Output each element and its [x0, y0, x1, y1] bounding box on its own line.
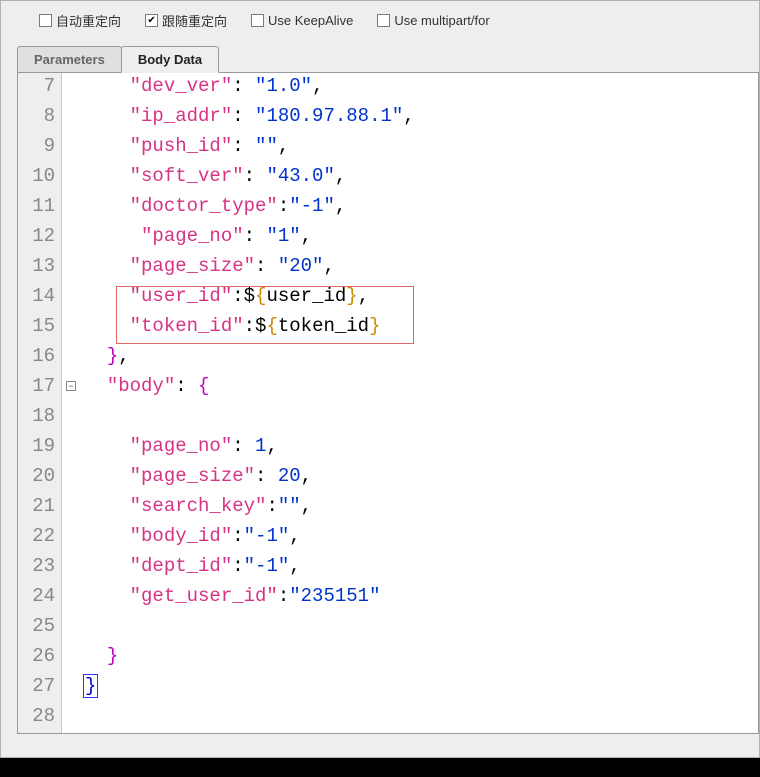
options-row: 自动重定向 ✔ 跟随重定向 Use KeepAlive Use multipar…: [9, 7, 759, 44]
option-label: Use KeepAlive: [268, 13, 353, 28]
code-line[interactable]: "page_no": "1",: [80, 225, 758, 255]
line-number: 7: [18, 75, 61, 105]
auto-redirect-option[interactable]: 自动重定向: [39, 11, 121, 30]
code-line[interactable]: [80, 405, 758, 435]
fold-minus-icon[interactable]: −: [66, 381, 76, 391]
checkbox-icon: [251, 14, 264, 27]
line-number: 19: [18, 435, 61, 465]
line-number: 20: [18, 465, 61, 495]
option-label: 自动重定向: [56, 11, 121, 30]
line-number: 28: [18, 705, 61, 734]
code-line[interactable]: "page_size": 20,: [80, 465, 758, 495]
fold-cell: [62, 675, 80, 705]
code-line[interactable]: }: [80, 675, 758, 705]
checkbox-icon: [377, 14, 390, 27]
multipart-option[interactable]: Use multipart/for: [377, 13, 489, 28]
fold-cell: [62, 525, 80, 555]
code-line[interactable]: "dept_id":"-1",: [80, 555, 758, 585]
line-number: 17: [18, 375, 61, 405]
option-label: 跟随重定向: [162, 11, 227, 30]
fold-cell: [62, 195, 80, 225]
code-line[interactable]: [80, 615, 758, 645]
keepalive-option[interactable]: Use KeepAlive: [251, 13, 353, 28]
code-line[interactable]: }: [80, 645, 758, 675]
fold-cell: [62, 315, 80, 345]
line-number: 13: [18, 255, 61, 285]
option-label: Use multipart/for: [394, 13, 489, 28]
fold-cell: [62, 465, 80, 495]
fold-cell: [62, 105, 80, 135]
fold-cell: [62, 165, 80, 195]
fold-cell: [62, 555, 80, 585]
line-number: 14: [18, 285, 61, 315]
fold-cell: [62, 75, 80, 105]
line-number: 24: [18, 585, 61, 615]
line-number: 23: [18, 555, 61, 585]
line-number: 12: [18, 225, 61, 255]
checkbox-icon: ✔: [145, 14, 158, 27]
fold-cell: [62, 345, 80, 375]
fold-cell: [62, 225, 80, 255]
code-line[interactable]: "soft_ver": "43.0",: [80, 165, 758, 195]
code-line[interactable]: "page_no": 1,: [80, 435, 758, 465]
tab-body-data[interactable]: Body Data: [121, 46, 219, 73]
fold-cell: [62, 285, 80, 315]
code-line[interactable]: "page_size": "20",: [80, 255, 758, 285]
code-line[interactable]: "user_id":${user_id},: [80, 285, 758, 315]
code-line[interactable]: "body_id":"-1",: [80, 525, 758, 555]
code-line[interactable]: [80, 705, 758, 734]
http-request-panel: 自动重定向 ✔ 跟随重定向 Use KeepAlive Use multipar…: [0, 0, 760, 758]
line-number: 15: [18, 315, 61, 345]
line-number: 11: [18, 195, 61, 225]
code-line[interactable]: "push_id": "",: [80, 135, 758, 165]
code-line[interactable]: "body": {: [80, 375, 758, 405]
fold-cell: [62, 585, 80, 615]
fold-cell: [62, 495, 80, 525]
line-number: 27: [18, 675, 61, 705]
code-line[interactable]: "token_id":${token_id}: [80, 315, 758, 345]
fold-column: −: [62, 73, 80, 733]
tab-parameters[interactable]: Parameters: [17, 46, 122, 73]
code-line[interactable]: "get_user_id":"235151": [80, 585, 758, 615]
line-number: 9: [18, 135, 61, 165]
fold-cell: [62, 435, 80, 465]
line-number-gutter: 7891011121314151617181920212223242526272…: [18, 73, 62, 733]
line-number: 26: [18, 645, 61, 675]
fold-cell: [62, 705, 80, 734]
line-number: 21: [18, 495, 61, 525]
code-area[interactable]: "dev_ver": "1.0", "ip_addr": "180.97.88.…: [80, 73, 758, 733]
line-number: 22: [18, 525, 61, 555]
code-line[interactable]: "dev_ver": "1.0",: [80, 75, 758, 105]
follow-redirect-option[interactable]: ✔ 跟随重定向: [145, 11, 227, 30]
code-editor[interactable]: 7891011121314151617181920212223242526272…: [17, 72, 759, 734]
checkbox-icon: [39, 14, 52, 27]
fold-cell: [62, 645, 80, 675]
tabs: Parameters Body Data: [17, 44, 759, 73]
fold-cell: [62, 255, 80, 285]
line-number: 10: [18, 165, 61, 195]
code-line[interactable]: },: [80, 345, 758, 375]
line-number: 8: [18, 105, 61, 135]
line-number: 25: [18, 615, 61, 645]
code-line[interactable]: "search_key":"",: [80, 495, 758, 525]
fold-cell: [62, 135, 80, 165]
fold-cell: [62, 615, 80, 645]
fold-cell: −: [62, 375, 80, 405]
code-line[interactable]: "ip_addr": "180.97.88.1",: [80, 105, 758, 135]
code-line[interactable]: "doctor_type":"-1",: [80, 195, 758, 225]
line-number: 18: [18, 405, 61, 435]
fold-cell: [62, 405, 80, 435]
line-number: 16: [18, 345, 61, 375]
